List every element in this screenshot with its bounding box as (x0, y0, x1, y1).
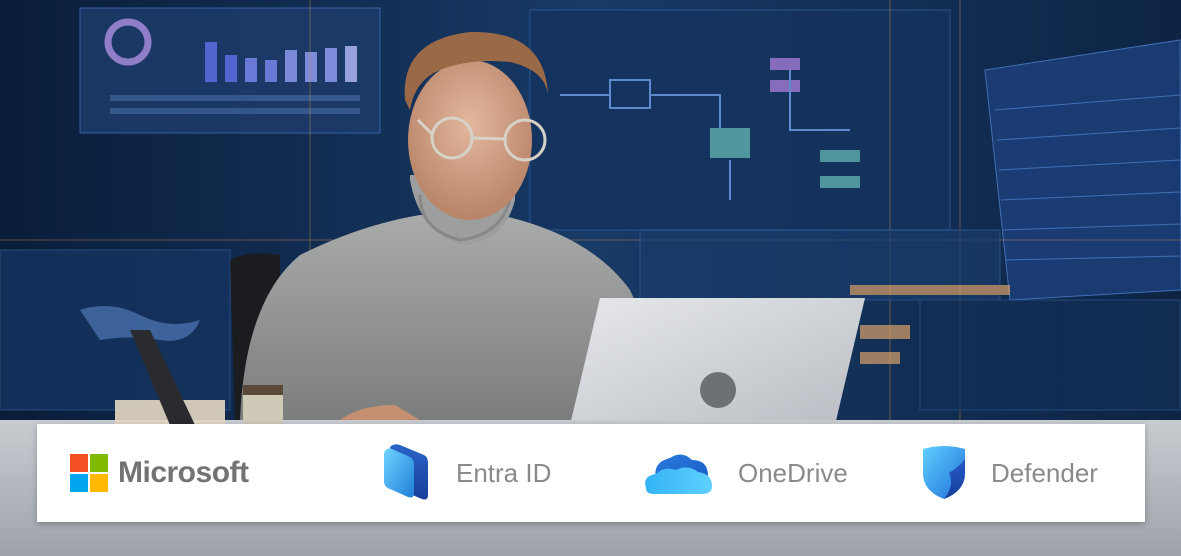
microsoft-wordmark: Microsoft (118, 456, 249, 489)
laptop (570, 298, 865, 425)
microsoft-brand[interactable]: Microsoft (70, 424, 249, 522)
defender-shield-icon (923, 446, 965, 499)
hologram-map-left (0, 249, 231, 411)
onedrive-brand[interactable]: OneDrive (642, 424, 848, 522)
entra-id-brand[interactable]: Entra ID (380, 424, 551, 522)
microsoft-logo-blue-square (70, 474, 88, 492)
onedrive-label: OneDrive (738, 457, 848, 488)
hologram-table-right (984, 39, 1181, 301)
microsoft-logo-icon (70, 454, 108, 492)
entra-id-label: Entra ID (456, 457, 552, 488)
microsoft-logo-green-square (90, 454, 108, 472)
hologram-dashboard-left (79, 7, 381, 134)
microsoft-logo-yellow-square (90, 474, 108, 492)
entra-id-icon (384, 444, 428, 500)
hologram-circuit-center (529, 9, 951, 231)
brand-bar: Microsoft Entra ID OneDrive Defender (37, 424, 1145, 522)
hero-banner: Microsoft Entra ID OneDrive Defender (0, 0, 1181, 556)
defender-label: Defender (991, 457, 1098, 488)
onedrive-cloud-icon (645, 454, 712, 494)
microsoft-logo-red-square (70, 454, 88, 472)
defender-brand[interactable]: Defender (919, 424, 1098, 522)
